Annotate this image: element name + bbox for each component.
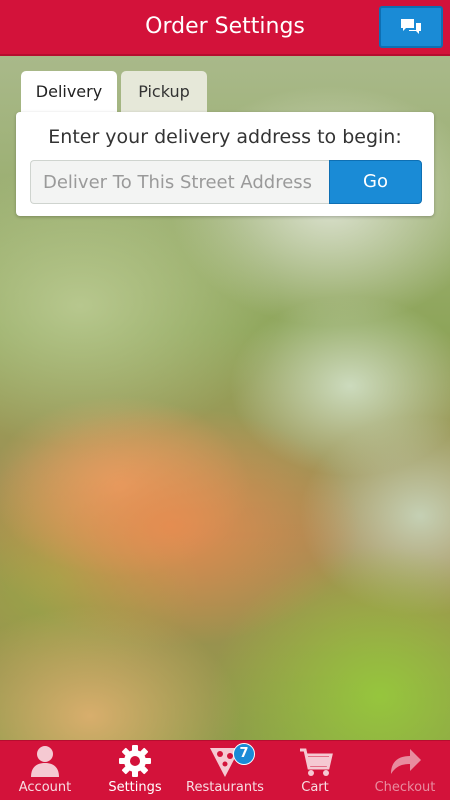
go-button[interactable]: Go	[329, 160, 422, 204]
tab-delivery[interactable]: Delivery	[21, 71, 117, 113]
app-header: Order Settings	[0, 0, 450, 56]
chat-button[interactable]	[379, 6, 443, 48]
address-input[interactable]	[30, 160, 330, 204]
bottom-nav: Account Settings 7 Restaurants Cart Chec…	[0, 740, 450, 800]
nav-item-checkout[interactable]: Checkout	[360, 741, 450, 800]
nav-item-restaurants[interactable]: 7 Restaurants	[180, 741, 270, 800]
delivery-prompt: Enter your delivery address to begin:	[48, 126, 402, 148]
nav-label-restaurants: Restaurants	[186, 780, 264, 795]
cart-icon	[300, 748, 333, 776]
gear-icon	[119, 745, 151, 777]
pizza-icon	[210, 748, 240, 777]
chat-icon	[401, 19, 421, 34]
restaurants-count-badge: 7	[233, 743, 255, 765]
nav-label-checkout: Checkout	[374, 780, 436, 795]
nav-label-cart: Cart	[301, 780, 329, 795]
delivery-address-card: Enter your delivery address to begin: Go	[16, 112, 434, 216]
tab-pickup[interactable]: Pickup	[121, 71, 207, 113]
nav-item-settings[interactable]: Settings	[90, 741, 180, 800]
forward-arrow-icon	[391, 749, 421, 774]
nav-label-account: Account	[18, 780, 72, 795]
nav-item-cart[interactable]: Cart	[270, 741, 360, 800]
person-icon	[31, 746, 59, 777]
nav-label-settings: Settings	[108, 780, 162, 795]
nav-item-account[interactable]: Account	[0, 741, 90, 800]
